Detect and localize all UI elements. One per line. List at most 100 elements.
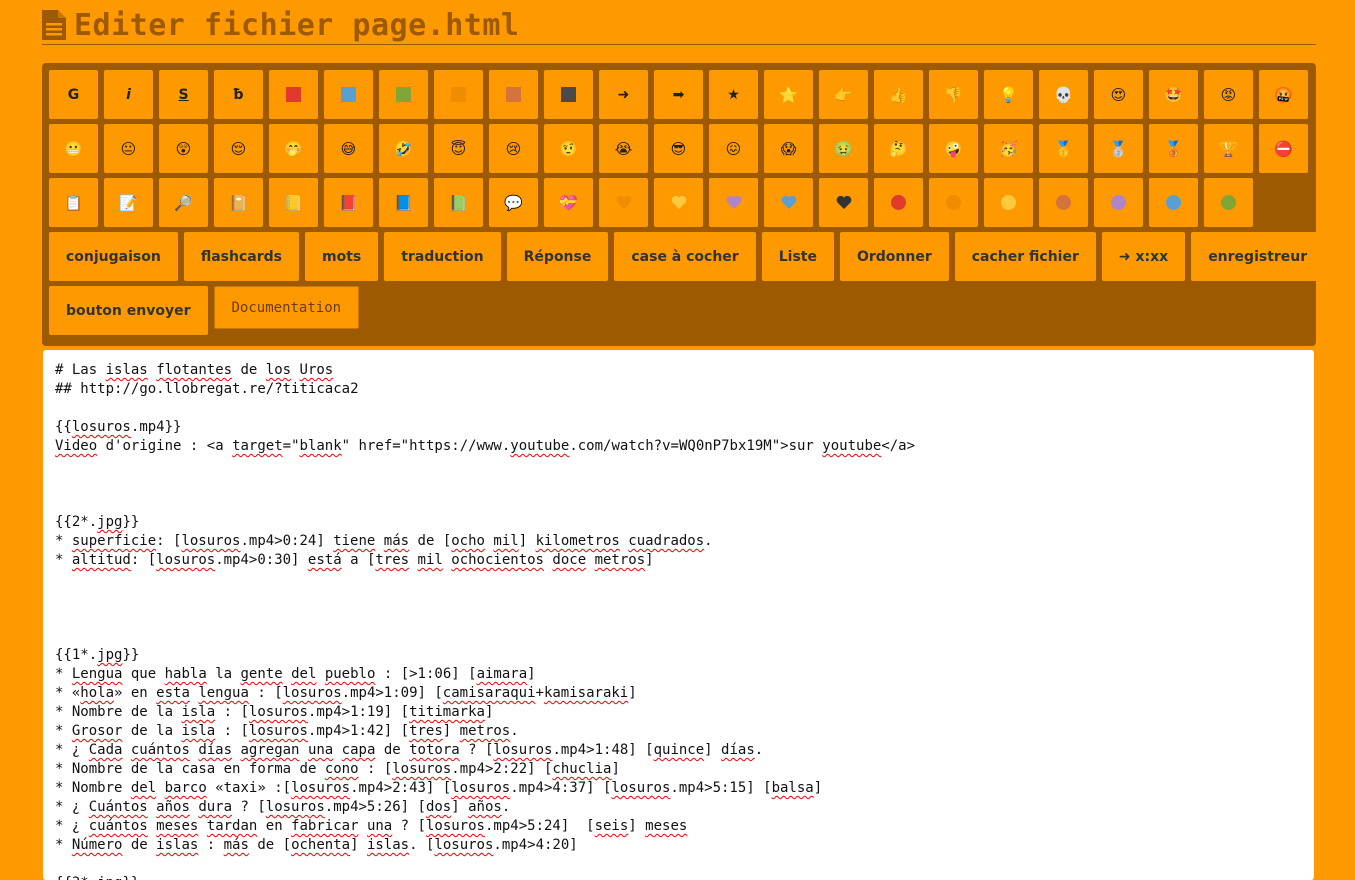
editor-line: {{1*.jpg}} <box>55 647 140 663</box>
row1-button-8[interactable] <box>489 70 538 119</box>
row1-button-22[interactable]: 🤬 <box>1259 70 1308 119</box>
row2-button-11[interactable]: 😎 <box>654 124 703 173</box>
row2-button-16[interactable]: 🤪 <box>929 124 978 173</box>
row1-button-2[interactable]: S <box>159 70 208 119</box>
row3-button-10[interactable] <box>599 178 648 227</box>
row3-button-13[interactable] <box>764 178 813 227</box>
send-button-insert[interactable]: bouton envoyer <box>49 286 208 335</box>
row1-button-12[interactable]: ★ <box>709 70 758 119</box>
row3-button-21[interactable] <box>1204 178 1253 227</box>
row3-button-8[interactable]: 💬 <box>489 178 538 227</box>
widget-button-7[interactable]: Ordonner <box>839 232 949 281</box>
row3-button-7[interactable]: 📗 <box>434 178 483 227</box>
row1-glyph-18: 💀 <box>1054 85 1073 104</box>
row2-button-3[interactable]: 😌 <box>214 124 263 173</box>
row3-glyph-8: 💬 <box>504 193 523 212</box>
row1-button-16[interactable]: 👎 <box>929 70 978 119</box>
editor-line: Video d'origine : <a target="blank" href… <box>55 438 916 454</box>
row3-button-17[interactable] <box>984 178 1033 227</box>
row2-button-10[interactable]: 😭 <box>599 124 648 173</box>
editor-line: * Nombre de la casa en forma de cono : [… <box>55 761 620 777</box>
row2-button-14[interactable]: 🤢 <box>819 124 868 173</box>
row1-button-1[interactable]: i <box>104 70 153 119</box>
row2-glyph-5: 😅 <box>340 139 357 158</box>
row1-glyph-13: ⭐ <box>779 85 798 104</box>
toolbar-row-symbols: 📋 📝 🔎 📔 📒 📕 📘 📗 💬 💝 <box>49 178 1309 227</box>
row1-button-11[interactable]: ➡ <box>654 70 703 119</box>
heart-icon <box>836 195 851 209</box>
row3-button-9[interactable]: 💝 <box>544 178 593 227</box>
row1-button-3[interactable]: ƀ <box>214 70 263 119</box>
row2-glyph-2: 😲 <box>175 139 192 158</box>
row1-button-19[interactable]: 😍 <box>1094 70 1143 119</box>
row2-button-5[interactable]: 😅 <box>324 124 373 173</box>
widget-button-10[interactable]: enregistreur <box>1191 232 1325 281</box>
row1-button-13[interactable]: ⭐ <box>764 70 813 119</box>
row1-glyph-16: 👎 <box>944 85 963 104</box>
row3-button-6[interactable]: 📘 <box>379 178 428 227</box>
row2-button-13[interactable]: 😱 <box>764 124 813 173</box>
row1-button-14[interactable]: 👉 <box>819 70 868 119</box>
row3-button-16[interactable] <box>929 178 978 227</box>
documentation-button[interactable]: Documentation <box>213 286 360 329</box>
row2-button-8[interactable]: 😢 <box>489 124 538 173</box>
row2-button-17[interactable]: 🥳 <box>984 124 1033 173</box>
row3-button-19[interactable] <box>1094 178 1143 227</box>
row2-button-21[interactable]: 🏆 <box>1204 124 1253 173</box>
widget-button-9[interactable]: ➜ x:xx <box>1101 232 1186 281</box>
row3-button-5[interactable]: 📕 <box>324 178 373 227</box>
row3-button-20[interactable] <box>1149 178 1198 227</box>
widget-button-4[interactable]: Réponse <box>506 232 609 281</box>
row2-button-4[interactable]: 🤭 <box>269 124 318 173</box>
editor-line: * ¿ cuántos meses tardan en fabricar una… <box>55 818 688 834</box>
row2-button-1[interactable]: 😐 <box>104 124 153 173</box>
row1-button-15[interactable]: 👍 <box>874 70 923 119</box>
widget-button-0[interactable]: conjugaison <box>49 232 178 281</box>
row1-button-0[interactable]: G <box>49 70 98 119</box>
editor-line: * Nombre de la isla : [losuros.mp4>1:19]… <box>55 704 494 720</box>
row2-button-7[interactable]: 😇 <box>434 124 483 173</box>
row2-glyph-10: 😭 <box>614 139 633 158</box>
row2-button-12[interactable]: 😖 <box>709 124 758 173</box>
row1-button-21[interactable]: 😡 <box>1204 70 1253 119</box>
row3-button-14[interactable] <box>819 178 868 227</box>
row1-button-17[interactable]: 💡 <box>984 70 1033 119</box>
row3-button-2[interactable]: 🔎 <box>159 178 208 227</box>
row3-button-3[interactable]: 📔 <box>214 178 263 227</box>
row1-button-10[interactable]: ➜ <box>599 70 648 119</box>
row2-button-0[interactable]: 😬 <box>49 124 98 173</box>
row3-button-4[interactable]: 📒 <box>269 178 318 227</box>
widget-button-5[interactable]: case à cocher <box>614 232 756 281</box>
editor-toolbar: Gi Sƀ ➜ ➡ ★ ⭐ 👉 👍 👎 💡 💀 😍 🤩 😡 🤬 😬 😐 😲 😌 🤭 😅 🤣 😇 😢 🤨 😭 😎 😖 😱 🤢 🤔 🤪 🥳 🥇 🥈 🥉 🏆… <box>42 63 1325 346</box>
row2-button-22[interactable]: ⛔ <box>1259 124 1308 173</box>
row2-button-9[interactable]: 🤨 <box>544 124 593 173</box>
row2-button-2[interactable]: 😲 <box>159 124 208 173</box>
row3-button-15[interactable] <box>874 178 923 227</box>
row1-button-7[interactable] <box>434 70 483 119</box>
widget-button-8[interactable]: cacher fichier <box>954 232 1096 281</box>
editor-line: {{losuros.mp4}} <box>55 419 182 435</box>
row2-button-19[interactable]: 🥈 <box>1094 124 1143 173</box>
row2-button-6[interactable]: 🤣 <box>379 124 428 173</box>
row1-button-9[interactable] <box>544 70 593 119</box>
row3-button-1[interactable]: 📝 <box>104 178 153 227</box>
row3-button-0[interactable]: 📋 <box>49 178 98 227</box>
widget-button-1[interactable]: flashcards <box>183 232 299 281</box>
code-editor-textarea[interactable]: # Las islas flotantes de los Uros ## http… <box>43 350 1314 880</box>
row1-button-18[interactable]: 💀 <box>1039 70 1088 119</box>
row2-glyph-21: 🏆 <box>1219 139 1238 158</box>
row1-button-20[interactable]: 🤩 <box>1149 70 1198 119</box>
row1-button-4[interactable] <box>269 70 318 119</box>
row3-button-18[interactable] <box>1039 178 1088 227</box>
row2-button-20[interactable]: 🥉 <box>1149 124 1198 173</box>
row1-button-5[interactable] <box>324 70 373 119</box>
widget-button-3[interactable]: traduction <box>384 232 501 281</box>
row3-button-12[interactable] <box>709 178 758 227</box>
widget-button-6[interactable]: Liste <box>761 232 834 281</box>
heart-icon <box>671 195 686 209</box>
row1-button-6[interactable] <box>379 70 428 119</box>
row2-button-18[interactable]: 🥇 <box>1039 124 1088 173</box>
row3-button-11[interactable] <box>654 178 703 227</box>
widget-button-2[interactable]: mots <box>304 232 379 281</box>
row2-button-15[interactable]: 🤔 <box>874 124 923 173</box>
